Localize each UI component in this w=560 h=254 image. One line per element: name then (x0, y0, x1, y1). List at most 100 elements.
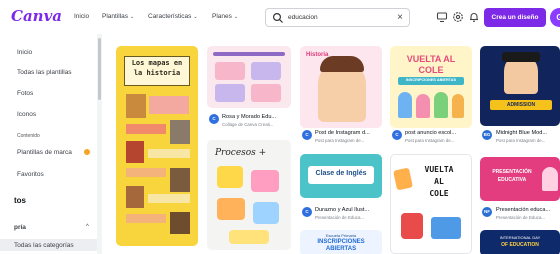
chevron-down-icon: ⌄ (193, 14, 198, 20)
sidebar-item-icons[interactable]: Iconos (17, 111, 36, 118)
collage-tile (251, 62, 281, 80)
kid-figure (434, 92, 448, 118)
card-title[interactable]: Post de Instagram d... (315, 130, 383, 136)
map-image (126, 186, 144, 208)
template-card-midnight-blue[interactable]: ADMISSION (480, 46, 560, 126)
text-block (126, 214, 166, 223)
card-title-line1: VUELTA (424, 165, 454, 174)
sidebar-item-label: Plantillas de marca (17, 149, 72, 156)
template-card-vuelta-al-cole[interactable]: VUELTA AL COLE INSCRIPCIONES ABIERTAS (390, 46, 472, 128)
card-subtitle: Presentación de Educa... (496, 215, 546, 220)
author-avatar: BG (482, 130, 492, 140)
text-block (126, 168, 166, 177)
sidebar-item-favorites[interactable]: Favoritos (17, 171, 44, 178)
map-image (170, 212, 190, 234)
text-block (149, 96, 189, 114)
sticky-note (217, 166, 243, 188)
card-line1: Escuela Primaria (325, 233, 357, 238)
avatar[interactable]: G (550, 8, 560, 27)
search-icon (272, 12, 283, 23)
card-title[interactable]: Rosa y Morado Edu... (222, 114, 292, 120)
card-title-line2: AL (434, 177, 444, 186)
books-graphic (431, 217, 461, 239)
sidebar-item-photos[interactable]: Fotos (17, 90, 33, 97)
monitor-icon[interactable] (436, 11, 448, 23)
card-title[interactable]: post anuncio escol... (405, 130, 473, 136)
top-header: Canva Inicio Plantillas ⌄ Características… (0, 0, 560, 34)
sticky-note (251, 170, 279, 192)
bell-icon[interactable] (468, 11, 480, 23)
sidebar-category-heading[interactable]: pría (14, 224, 26, 231)
card-line2: EDUCATIVA (497, 177, 527, 183)
kid-figure (416, 94, 430, 118)
template-card-historia[interactable]: Historia (300, 46, 382, 128)
person-graphic (542, 167, 558, 191)
card-subtitle: Presentación de Educa... (315, 215, 365, 220)
card-title[interactable]: Presentación educa... (496, 207, 560, 213)
author-avatar: C (209, 114, 219, 124)
template-card-procesos[interactable]: Procesos + (207, 140, 291, 250)
sidebar: Inicio Todas las plantillas Fotos Iconos… (0, 34, 99, 254)
card-title-line2: la historia (133, 69, 181, 77)
card-title: Procesos + (215, 148, 267, 158)
canva-logo[interactable]: Canva (11, 7, 62, 25)
author-avatar: NF (482, 207, 492, 217)
clear-search-icon[interactable]: × (397, 12, 403, 24)
card-title-line2: COLE (418, 65, 444, 75)
card-title[interactable]: Durazno y Azul Ilust... (315, 207, 383, 213)
graduation-cap-icon (502, 52, 540, 62)
sidebar-section-label: Contenido (17, 133, 40, 139)
search-input[interactable]: educacion (288, 14, 318, 21)
text-block (148, 194, 190, 203)
template-card-presentacion[interactable]: PRESENTACIÓN EDUCATIVA (480, 157, 560, 201)
sidebar-heading: tos (14, 196, 26, 205)
nav-templates[interactable]: Plantillas ⌄ (102, 13, 134, 20)
card-header-bar (213, 52, 285, 56)
template-card-education-day[interactable]: INTERNATIONAL DAY OF EDUCATION (480, 230, 560, 254)
kid-figure (452, 94, 464, 118)
gear-icon[interactable] (452, 11, 464, 23)
chevron-down-icon: ⌄ (130, 14, 135, 20)
map-image (170, 120, 190, 144)
nav-plans[interactable]: Planes ⌄ (212, 13, 238, 20)
map-image (126, 94, 146, 118)
card-line1: INTERNATIONAL DAY (499, 235, 541, 240)
nav-features[interactable]: Características ⌄ (148, 13, 198, 20)
card-title[interactable]: Midnight Blue Mod... (496, 130, 560, 136)
sidebar-item-brand-templates[interactable]: Plantillas de marca (17, 149, 90, 156)
card-line2: OF EDUCATION (501, 242, 539, 248)
template-card-clase-ingles[interactable]: Clase de Inglés (300, 154, 382, 198)
chevron-up-icon[interactable]: ^ (86, 224, 89, 230)
card-badge: Historia (306, 52, 329, 58)
sidebar-item-home[interactable]: Inicio (17, 49, 32, 56)
sidebar-item-all-templates[interactable]: Todas las plantillas (17, 69, 72, 76)
card-title-line1: Los mapas en (131, 59, 183, 67)
search-box[interactable]: educacion × (265, 8, 410, 27)
card-subtitle: Post para Instagram de... (315, 138, 365, 143)
template-card-mapas[interactable]: Los mapas en la historia (116, 46, 198, 246)
template-card-vuelta-al-cole-2[interactable]: VUELTA AL COLE (390, 154, 472, 254)
nav-features-label: Características (148, 13, 192, 20)
card-title-line3: COLE (429, 189, 449, 198)
sidebar-item-all-categories[interactable]: Todas las categorías (14, 242, 74, 249)
nav-templates-label: Plantillas (102, 13, 129, 20)
nav-home-label: Inicio (74, 13, 90, 20)
chevron-down-icon: ⌄ (233, 14, 239, 20)
card-line3: ABIERTAS (325, 246, 357, 252)
sidebar-scroll-thumb[interactable] (98, 38, 101, 100)
crown-icon (83, 149, 90, 156)
sticky-note (253, 202, 279, 224)
card-line2: INSCRIPCIONES (317, 239, 365, 245)
template-card-rosa-morado[interactable] (207, 46, 291, 108)
nav-home[interactable]: Inicio (74, 13, 89, 20)
create-design-button[interactable]: Crea un diseño (484, 8, 546, 27)
backpack-graphic (401, 213, 423, 239)
template-card-inscripciones[interactable]: Escuela Primaria INSCRIPCIONES ABIERTAS (300, 230, 382, 254)
canva-templates-page: Canva Inicio Plantillas ⌄ Características… (0, 0, 560, 254)
card-subtitle: Post para Instagram de... (405, 138, 455, 143)
card-subtitle: Post para Instagram de... (496, 138, 546, 143)
card-ribbon-text: INSCRIPCIONES ABIERTAS (406, 78, 456, 82)
author-avatar: C (302, 130, 312, 140)
sticky-note (217, 198, 245, 220)
card-title: Clase de Inglés (315, 170, 367, 177)
